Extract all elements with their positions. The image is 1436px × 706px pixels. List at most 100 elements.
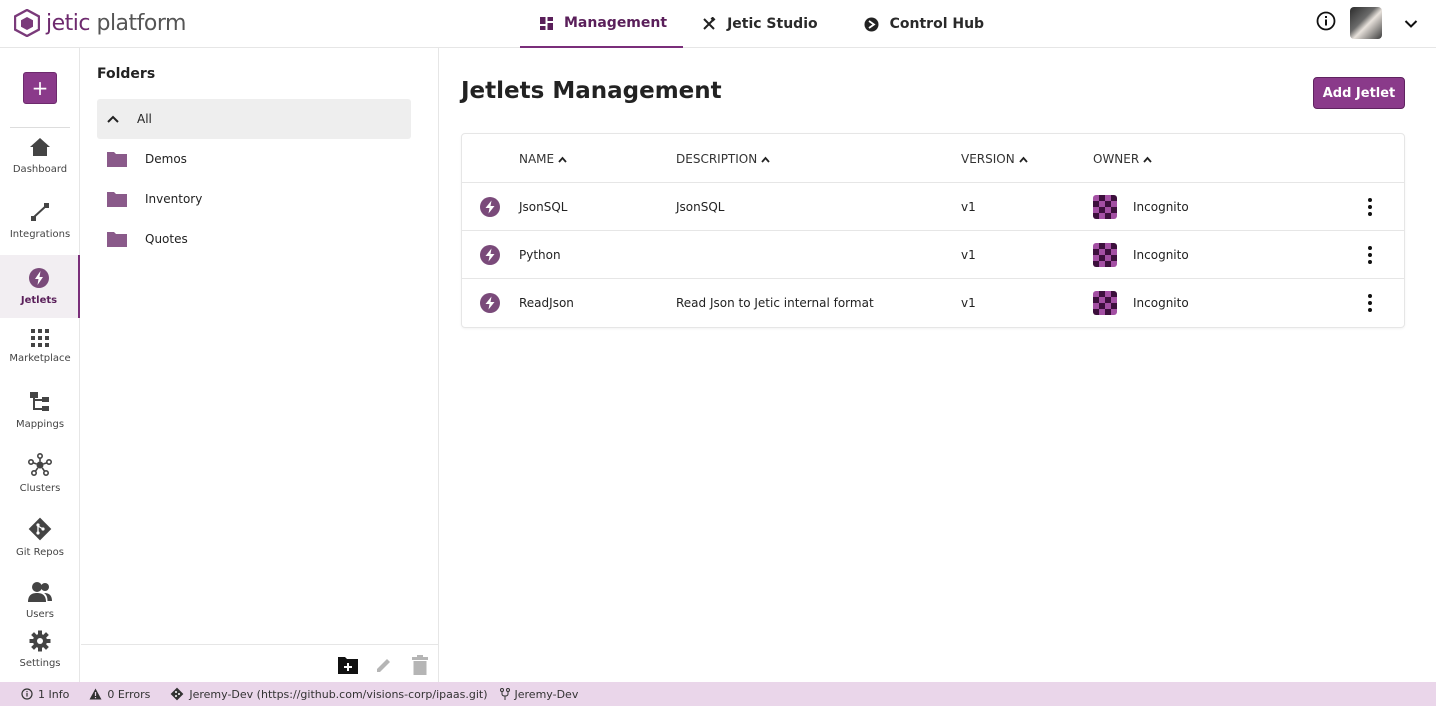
folder-item-quotes[interactable]: Quotes [97,219,411,259]
column-header-version[interactable]: VERSION [961,152,1028,166]
status-branch[interactable]: Jeremy-Dev [499,687,579,701]
cell-description: JsonSQL [676,200,725,214]
folder-label: Inventory [145,192,203,206]
tab-management-label: Management [564,15,668,31]
nav-item-marketplace[interactable]: Marketplace [0,329,80,377]
tab-management[interactable]: Management [520,0,684,48]
sort-asc-icon [558,156,567,163]
cell-owner: Incognito [1133,296,1189,310]
table-row[interactable]: JsonSQL JsonSQL v1 Incognito [462,183,1404,231]
owner-avatar [1093,291,1117,315]
cluster-icon [28,453,52,476]
status-info-label: 1 Info [38,687,70,701]
chevron-down-icon[interactable] [1404,14,1418,33]
status-repo[interactable]: Jeremy-Dev (https://github.com/visions-c… [170,687,488,701]
status-info[interactable]: 1 Info [21,688,69,701]
jetlets-table: NAME DESCRIPTION VERSION OWNER JsonSQL J… [461,133,1405,328]
brand-name: jetic platform [46,10,186,36]
table-row[interactable]: Python v1 Incognito [462,231,1404,279]
folder-item-all[interactable]: All [97,99,411,139]
add-jetlet-button[interactable]: Add Jetlet [1313,77,1405,109]
nav-item-mappings[interactable]: Mappings [0,391,80,439]
folders-panel: Folders All Demos Inventory Quotes [81,48,439,682]
folders-title: Folders [97,66,156,82]
status-errors[interactable]: 0 Errors [89,688,150,701]
top-bar: jetic platform Management Jetic Studio C… [0,0,1436,48]
folder-label: Quotes [145,232,188,246]
column-header-label: VERSION [961,152,1015,166]
top-tabs: Management Jetic Studio Control Hub [520,0,1000,48]
status-repo-label: Jeremy-Dev (https://github.com/visions-c… [189,687,488,701]
delete-folder-icon[interactable] [409,654,431,676]
nav-item-clusters[interactable]: Clusters [0,453,80,501]
tab-control-hub-label: Control Hub [889,16,985,32]
new-folder-icon[interactable] [337,654,359,676]
cell-description: Read Json to Jetic internal format [676,296,874,310]
nav-item-dashboard[interactable]: Dashboard [0,136,80,184]
column-header-owner[interactable]: OWNER [1093,152,1152,166]
sort-asc-icon [761,156,770,163]
folder-label: Demos [145,152,187,166]
column-header-description[interactable]: DESCRIPTION [676,152,770,166]
top-right-controls [1316,7,1418,39]
hub-icon [864,16,880,32]
nav-item-label: Jetlets [20,295,58,306]
nav-item-label: Mappings [15,419,65,430]
dashboard-grid-icon [538,15,554,31]
row-menu-icon[interactable] [1360,195,1380,219]
folder-item-inventory[interactable]: Inventory [97,179,411,219]
nav-item-label: Marketplace [9,353,71,364]
nav-item-users[interactable]: Users [0,581,80,629]
owner-avatar [1093,195,1117,219]
nav-item-label: Clusters [19,483,61,494]
nav-item-label: Dashboard [12,164,68,175]
folder-icon [107,192,127,207]
table-row[interactable]: ReadJson Read Json to Jetic internal for… [462,279,1404,327]
integration-icon [31,203,49,221]
warning-icon [89,688,102,700]
git-icon [28,517,52,541]
cell-version: v1 [961,200,976,214]
folder-item-demos[interactable]: Demos [97,139,411,179]
nav-item-integrations[interactable]: Integrations [0,201,80,249]
user-avatar[interactable] [1350,7,1382,39]
hexagon-logo-icon [14,9,40,37]
sort-asc-icon [1019,156,1028,163]
nav-item-settings[interactable]: Settings [0,630,80,678]
column-header-label: OWNER [1093,152,1140,166]
brand-logo[interactable]: jetic platform [14,9,186,37]
branch-icon [499,688,510,700]
sort-asc-icon [1143,156,1152,163]
main-content: Jetlets Management Add Jetlet NAME DESCR… [439,48,1436,682]
status-branch-label: Jeremy-Dev [514,687,579,701]
cell-owner: Incognito [1133,200,1189,214]
status-errors-label: 0 Errors [107,687,151,701]
cell-name: ReadJson [519,296,574,310]
users-icon [28,582,52,602]
table-header: NAME DESCRIPTION VERSION OWNER [462,134,1404,183]
column-header-name[interactable]: NAME [519,152,567,166]
gear-icon [29,630,51,652]
folder-icon [107,152,127,167]
info-icon [21,688,33,700]
tab-jetic-studio[interactable]: Jetic Studio [683,0,834,48]
git-icon [171,687,184,701]
chevron-up-icon [107,115,119,123]
nav-item-label: Git Repos [16,547,64,558]
cell-version: v1 [961,248,976,262]
folder-icon [107,232,127,247]
bolt-icon [480,293,500,313]
column-header-label: NAME [519,152,555,166]
row-menu-icon[interactable] [1360,243,1380,267]
nav-item-jetlets[interactable]: Jetlets [0,255,80,318]
edit-folder-icon[interactable] [373,654,395,676]
row-menu-icon[interactable] [1360,291,1380,315]
page-title: Jetlets Management [461,78,722,104]
bolt-icon [29,268,49,288]
tab-control-hub[interactable]: Control Hub [834,0,1000,48]
cell-name: Python [519,248,561,262]
info-icon[interactable] [1316,11,1336,35]
nav-item-git-repos[interactable]: Git Repos [0,517,80,565]
owner-avatar [1093,243,1117,267]
create-button[interactable]: + [23,72,57,104]
